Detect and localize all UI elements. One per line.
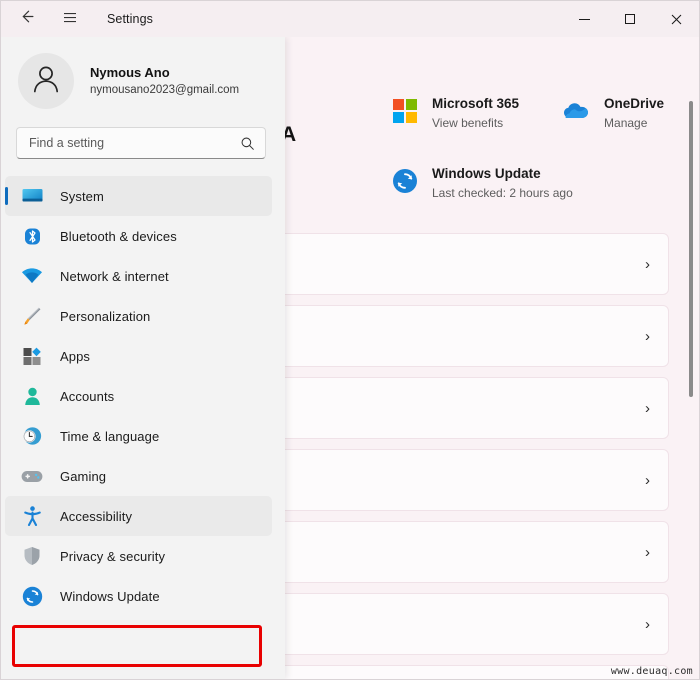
hamburger-menu-button[interactable] — [53, 4, 87, 34]
sidebar-item-label: Gaming — [60, 468, 107, 484]
watermark: www.deuaq.com — [610, 666, 693, 677]
microsoft-365-icon — [391, 97, 419, 125]
onedrive-cloud-icon — [563, 97, 591, 125]
onedrive-card[interactable]: OneDrive Manage — [563, 95, 664, 132]
chevron-right-icon: › — [645, 615, 650, 633]
microsoft-365-subtitle[interactable]: View benefits — [432, 115, 519, 132]
highlight-annotation-box — [12, 625, 262, 667]
windows-update-icon — [391, 167, 419, 195]
apps-grid-icon — [17, 345, 47, 367]
sidebar-item-label: Bluetooth & devices — [60, 228, 177, 244]
window-controls — [561, 1, 699, 37]
sidebar-item-privacy-security[interactable]: Privacy & security — [5, 536, 272, 576]
onedrive-subtitle[interactable]: Manage — [604, 115, 664, 132]
clock-globe-icon — [17, 425, 47, 447]
search-box[interactable] — [16, 127, 266, 159]
title-bar: Settings — [1, 1, 699, 37]
sidebar-item-label: Accessibility — [60, 508, 133, 524]
chevron-right-icon: › — [645, 327, 650, 345]
sidebar-item-windows-update[interactable]: Windows Update — [5, 576, 272, 616]
paintbrush-icon — [17, 305, 47, 327]
sidebar-item-accessibility[interactable]: Accessibility — [5, 496, 272, 536]
chevron-right-icon: › — [645, 543, 650, 561]
sidebar-item-label: Windows Update — [60, 588, 160, 604]
sidebar-item-label: Time & language — [60, 428, 160, 444]
services-row: Microsoft 365 View benefits OneDrive Man… — [391, 95, 664, 132]
sidebar: Nymous Ano nymousano2023@gmail.com Find … — [1, 37, 285, 679]
sidebar-item-label: Apps — [60, 348, 91, 364]
chevron-right-icon: › — [645, 399, 650, 417]
search-input[interactable] — [29, 136, 240, 150]
sidebar-item-label: Network & internet — [60, 268, 169, 284]
sidebar-item-accounts[interactable]: Accounts — [5, 376, 272, 416]
hamburger-menu-icon — [62, 9, 78, 30]
sidebar-item-gaming[interactable]: Gaming — [5, 456, 272, 496]
back-arrow-icon — [18, 8, 35, 30]
content-scrollbar[interactable] — [686, 37, 696, 679]
wifi-icon — [17, 265, 47, 287]
sidebar-item-label: Accounts — [60, 388, 115, 404]
maximize-button[interactable] — [607, 1, 653, 37]
sidebar-item-label: Privacy & security — [60, 548, 166, 564]
scrollbar-thumb[interactable] — [689, 101, 693, 397]
windows-update-summary-title: Windows Update — [432, 166, 541, 181]
chevron-right-icon: › — [645, 255, 650, 273]
sidebar-item-time-language[interactable]: Time & language — [5, 416, 272, 456]
windows-update-summary-card[interactable]: Windows Update Last checked: 2 hours ago — [391, 165, 573, 202]
person-icon — [17, 385, 47, 407]
account-block[interactable]: Nymous Ano nymousano2023@gmail.com — [1, 37, 285, 127]
sidebar-item-apps[interactable]: Apps — [5, 336, 272, 376]
maximize-icon — [625, 14, 635, 24]
sidebar-item-label: Personalization — [60, 308, 151, 324]
close-button[interactable] — [653, 1, 699, 37]
monitor-icon — [17, 185, 47, 207]
sidebar-item-bluetooth-devices[interactable]: Bluetooth & devices — [5, 216, 272, 256]
search-icon[interactable] — [240, 136, 255, 151]
shield-icon — [17, 545, 47, 567]
windows-update-summary-subtitle: Last checked: 2 hours ago — [432, 186, 573, 200]
sidebar-nav: System Bluetooth & devices Network & int… — [1, 176, 285, 616]
search-wrapper — [1, 127, 285, 159]
settings-window: Settings A Microsoft 365 View benefits O… — [0, 0, 700, 680]
minimize-button[interactable] — [561, 1, 607, 37]
account-name: Nymous Ano — [90, 65, 170, 80]
microsoft-365-title: Microsoft 365 — [432, 96, 520, 111]
gamepad-icon — [17, 465, 47, 487]
onedrive-title: OneDrive — [604, 96, 665, 111]
title-bar-left: Settings — [1, 4, 153, 34]
close-icon — [671, 14, 682, 25]
account-email: nymousano2023@gmail.com — [90, 84, 240, 96]
window-body: A Microsoft 365 View benefits OneDrive M… — [1, 37, 699, 679]
microsoft-365-card[interactable]: Microsoft 365 View benefits — [391, 95, 519, 132]
chevron-right-icon: › — [645, 471, 650, 489]
minimize-icon — [578, 18, 590, 20]
windows-update-icon — [17, 585, 47, 607]
account-text: Nymous Ano nymousano2023@gmail.com — [90, 64, 239, 98]
bluetooth-icon — [17, 225, 47, 247]
person-avatar-icon — [29, 62, 63, 101]
window-title: Settings — [107, 12, 153, 26]
sidebar-item-label: System — [60, 188, 104, 204]
sidebar-item-network-internet[interactable]: Network & internet — [5, 256, 272, 296]
avatar[interactable] — [18, 53, 74, 109]
sidebar-item-personalization[interactable]: Personalization — [5, 296, 272, 336]
accessibility-icon — [17, 505, 47, 527]
back-button[interactable] — [9, 4, 43, 34]
sidebar-item-system[interactable]: System — [5, 176, 272, 216]
